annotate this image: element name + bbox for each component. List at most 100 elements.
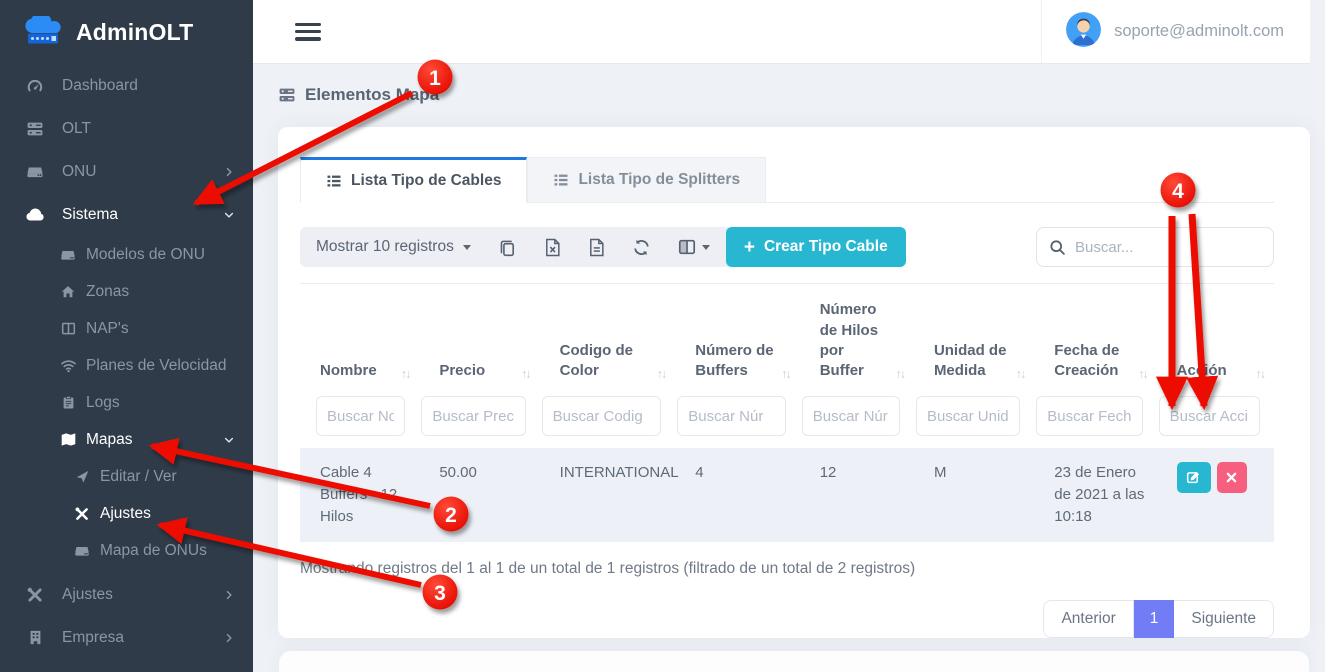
- filter-input-codigo[interactable]: [542, 396, 662, 436]
- copy-button[interactable]: [498, 238, 517, 257]
- page-title-row: Elementos Mapa: [253, 63, 1310, 127]
- sort-icon: ↑↓: [1138, 367, 1147, 381]
- tools-icon: [25, 586, 45, 604]
- entries-dropdown[interactable]: Mostrar 10 registros: [316, 238, 471, 256]
- table-header-row: Nombre↑↓ Precio↑↓ Codigo de Color↑↓ Núme…: [300, 284, 1274, 395]
- sidebar-item-empresa[interactable]: Empresa: [0, 616, 253, 659]
- sidebar-item-editar-ver[interactable]: Editar / Ver: [0, 458, 253, 495]
- plus-icon: +: [744, 238, 755, 257]
- create-button-label: Crear Tipo Cable: [764, 238, 888, 256]
- table-filter-row: [300, 394, 1274, 448]
- content-card: Lista Tipo de Cables Lista Tipo de Split…: [278, 127, 1310, 637]
- column-header-numero-de-hilos[interactable]: Número de Hilos por Buffer↑↓: [800, 284, 914, 395]
- sidebar-item-label: Dashboard: [62, 77, 235, 95]
- delete-button[interactable]: [1217, 462, 1247, 493]
- sidebar-item-mapas[interactable]: Mapas: [0, 421, 253, 458]
- home-icon: [58, 284, 78, 300]
- filter-input-precio[interactable]: [421, 396, 525, 436]
- server-icon: [72, 543, 92, 559]
- tab-label: Lista Tipo de Splitters: [578, 171, 740, 189]
- chevron-right-icon: [223, 166, 235, 178]
- chevron-right-icon: [223, 632, 235, 644]
- filter-input-accion[interactable]: [1159, 396, 1260, 436]
- filter-input-nombre[interactable]: [316, 396, 405, 436]
- sort-icon: ↑↓: [1016, 367, 1025, 381]
- sidebar-item-mapas-ajustes[interactable]: Ajustes: [0, 495, 253, 532]
- filter-input-unidad[interactable]: [916, 396, 1020, 436]
- sidebar-item-dashboard[interactable]: Dashboard: [0, 64, 253, 107]
- edit-button[interactable]: [1177, 462, 1211, 493]
- sidebar-item-naps[interactable]: NAP's: [0, 310, 253, 347]
- column-header-fecha-de-creacion[interactable]: Fecha de Creación↑↓: [1034, 284, 1156, 395]
- sidebar-item-modelos-de-onu[interactable]: Modelos de ONU: [0, 236, 253, 273]
- cell-nombre: Cable 4 Buffers - 12 Hilos: [300, 448, 419, 541]
- tab-label: Lista Tipo de Cables: [351, 172, 501, 190]
- sidebar-item-olt[interactable]: OLT: [0, 107, 253, 150]
- sort-icon: ↑↓: [401, 367, 410, 381]
- sidebar: AdminOLT Dashboard OLT ONU Sistema Model…: [0, 0, 253, 672]
- toolbar-left-group: Mostrar 10 registros + Crear Tipo Cable: [300, 227, 906, 267]
- refresh-button[interactable]: [632, 238, 651, 257]
- main-area: soporte@adminolt.com Elementos Mapa List…: [253, 0, 1325, 672]
- sidebar-item-sistema[interactable]: Sistema: [0, 193, 253, 236]
- column-header-nombre[interactable]: Nombre↑↓: [300, 284, 419, 395]
- column-header-precio[interactable]: Precio↑↓: [419, 284, 539, 395]
- columns-toggle-button[interactable]: [678, 238, 710, 256]
- tab-bar: Lista Tipo de Cables Lista Tipo de Split…: [300, 157, 1274, 203]
- sort-icon: ↑↓: [781, 367, 790, 381]
- table-toolbar: Mostrar 10 registros + Crear Tipo Cable: [300, 227, 1274, 267]
- menu-toggle-button[interactable]: [295, 23, 321, 41]
- sidebar-item-label: OLT: [62, 120, 235, 138]
- sidebar-item-onu[interactable]: ONU: [0, 150, 253, 193]
- sort-icon: ↑↓: [895, 367, 904, 381]
- sidebar-item-label: Mapa de ONUs: [100, 542, 207, 560]
- clipboard-icon: [58, 395, 78, 410]
- brand-name: AdminOLT: [76, 19, 193, 46]
- sidebar-item-planes-de-velocidad[interactable]: Planes de Velocidad: [0, 347, 253, 384]
- sort-icon: ↑↓: [1256, 367, 1265, 381]
- sidebar-item-label: Empresa: [62, 629, 206, 647]
- sidebar-item-label: Mapas: [86, 431, 133, 449]
- sidebar-item-label: Planes de Velocidad: [86, 357, 226, 375]
- column-header-unidad-de-medida[interactable]: Unidad de Medida↑↓: [914, 284, 1034, 395]
- sidebar-item-ajustes[interactable]: Ajustes: [0, 574, 253, 616]
- location-arrow-icon: [72, 469, 92, 484]
- server-icon: [25, 163, 45, 181]
- building-icon: [25, 629, 45, 646]
- sidebar-item-label: ONU: [62, 163, 206, 181]
- search-icon: [1049, 239, 1066, 256]
- column-header-codigo-de-color[interactable]: Codigo de Color↑↓: [540, 284, 676, 395]
- filter-input-fecha[interactable]: [1036, 396, 1142, 436]
- next-card-edge: [279, 651, 1309, 672]
- caret-down-icon: [463, 245, 471, 250]
- pagination-prev-button[interactable]: Anterior: [1043, 600, 1133, 638]
- tab-lista-tipo-de-cables[interactable]: Lista Tipo de Cables: [300, 157, 527, 203]
- chevron-down-icon: [223, 209, 235, 221]
- sidebar-item-label: Logs: [86, 394, 120, 412]
- filter-input-buffers[interactable]: [677, 396, 785, 436]
- user-menu[interactable]: soporte@adminolt.com: [1041, 0, 1310, 63]
- server-icon: [278, 86, 296, 104]
- column-header-numero-de-buffers[interactable]: Número de Buffers↑↓: [675, 284, 799, 395]
- sidebar-item-zonas[interactable]: Zonas: [0, 273, 253, 310]
- tab-lista-tipo-de-splitters[interactable]: Lista Tipo de Splitters: [527, 157, 766, 203]
- create-tipo-cable-button[interactable]: + Crear Tipo Cable: [726, 227, 906, 267]
- user-email: soporte@adminolt.com: [1114, 22, 1284, 41]
- file-export-button[interactable]: [588, 238, 605, 257]
- gauge-icon: [25, 77, 45, 95]
- sidebar-item-logs[interactable]: Logs: [0, 384, 253, 421]
- pagination-next-button[interactable]: Siguiente: [1174, 600, 1274, 638]
- records-summary: Mostrando registros del 1 al 1 de un tot…: [300, 560, 1274, 578]
- filter-input-hilos[interactable]: [802, 396, 900, 436]
- search-box: [1036, 227, 1274, 267]
- caret-down-icon: [702, 245, 710, 250]
- map-icon: [58, 431, 78, 448]
- sidebar-item-label: Modelos de ONU: [86, 246, 205, 264]
- sidebar-item-label: Editar / Ver: [100, 468, 177, 486]
- search-input[interactable]: [1075, 239, 1245, 256]
- sidebar-item-mapa-de-onus[interactable]: Mapa de ONUs: [0, 532, 253, 569]
- column-header-accion[interactable]: Acción↑↓: [1157, 284, 1274, 395]
- pagination-page-1[interactable]: 1: [1134, 600, 1175, 638]
- wifi-icon: [58, 357, 78, 374]
- excel-export-button[interactable]: [544, 238, 561, 257]
